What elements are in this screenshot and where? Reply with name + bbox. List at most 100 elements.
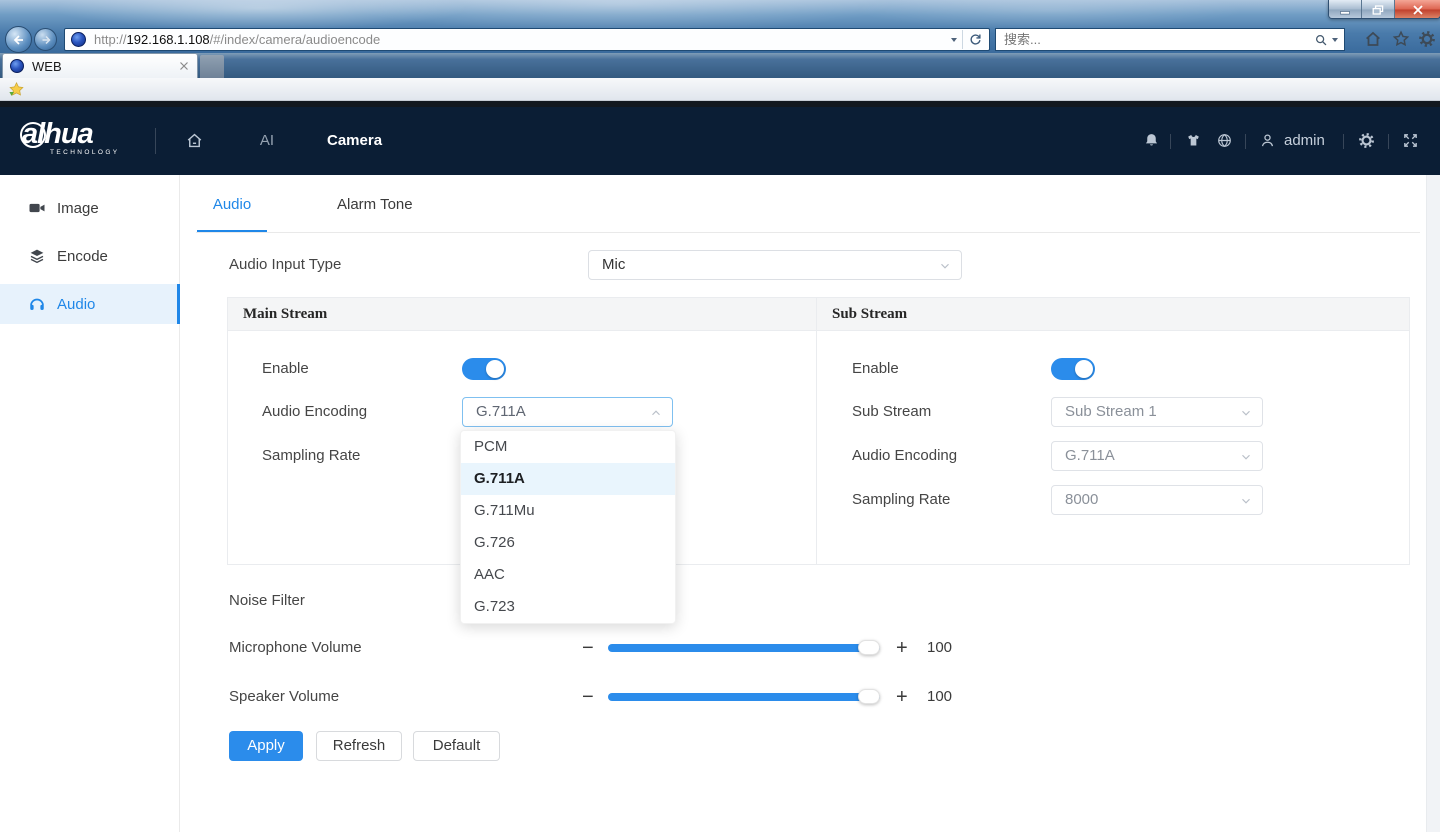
search-input[interactable]	[996, 31, 1266, 48]
sidebar-item-audio[interactable]: Audio	[0, 284, 180, 324]
mic-volume-slider[interactable]	[608, 644, 880, 652]
main-enable-label: Enable	[262, 354, 309, 384]
restore-button[interactable]	[1362, 0, 1395, 19]
sub-enable-toggle[interactable]	[1051, 358, 1095, 380]
default-button[interactable]: Default	[413, 731, 500, 761]
language-globe-icon[interactable]	[1216, 132, 1233, 149]
speaker-volume-slider[interactable]	[608, 693, 880, 701]
tab-audio[interactable]: Audio	[197, 196, 267, 213]
username[interactable]: admin	[1284, 132, 1325, 149]
layers-icon	[28, 247, 46, 265]
window-controls	[1328, 0, 1440, 19]
search-dropdown-caret[interactable]	[1332, 38, 1338, 42]
forward-button[interactable]	[34, 28, 57, 51]
audio-input-type-value: Mic	[602, 256, 625, 273]
address-bar[interactable]: http://192.168.1.108/#/index/camera/audi…	[64, 28, 990, 51]
sub-enable-label: Enable	[852, 354, 899, 384]
noise-filter-label: Noise Filter	[229, 586, 305, 616]
dropdown-option-g711a[interactable]: G.711A	[461, 463, 675, 495]
audio-input-type-select[interactable]: Mic	[588, 250, 962, 280]
dropdown-option-aac[interactable]: AAC	[461, 559, 675, 591]
browser-tab[interactable]: WEB	[2, 53, 198, 78]
chevron-down-icon	[1239, 450, 1253, 464]
url-text: http://192.168.1.108/#/index/camera/audi…	[94, 32, 380, 47]
sidebar-item-image[interactable]: Image	[0, 188, 180, 228]
chevron-down-icon	[938, 259, 952, 273]
favorites-star-icon[interactable]	[1392, 30, 1410, 48]
home-icon[interactable]	[185, 131, 204, 150]
dropdown-option-g726[interactable]: G.726	[461, 527, 675, 559]
back-arrow-icon	[11, 32, 27, 48]
favorites-bar	[0, 78, 1440, 101]
refresh-icon[interactable]	[968, 32, 983, 47]
audio-input-type-label: Audio Input Type	[229, 250, 341, 280]
chevron-down-icon	[1239, 406, 1253, 420]
sub-sampling-rate-value: 8000	[1065, 491, 1098, 508]
sub-audio-encoding-label: Audio Encoding	[852, 441, 957, 471]
settings-gear-icon[interactable]	[1358, 132, 1375, 149]
logo-ring	[20, 122, 46, 148]
tab-alarm-tone[interactable]: Alarm Tone	[337, 196, 413, 213]
browser-tab-row: WEB	[0, 53, 1440, 78]
stream-panels: Main Stream Enable Audio Encoding G.711A…	[227, 297, 1410, 565]
sidebar: Image Encode Audio	[0, 175, 180, 832]
sub-sampling-rate-select[interactable]: 8000	[1051, 485, 1263, 515]
sub-stream-title: Sub Stream	[817, 298, 1409, 331]
address-dropdown-caret[interactable]	[951, 38, 957, 42]
url-host: 192.168.1.108	[127, 32, 210, 47]
refresh-button[interactable]: Refresh	[316, 731, 402, 761]
speaker-volume-label: Speaker Volume	[229, 682, 339, 712]
add-favorite-star-icon[interactable]	[8, 81, 25, 98]
nav-camera[interactable]: Camera	[327, 132, 382, 149]
minimize-button[interactable]	[1329, 0, 1362, 19]
sidebar-item-label: Image	[57, 200, 99, 217]
nav-ai[interactable]: AI	[252, 132, 282, 149]
speaker-volume-decrease-button[interactable]: −	[582, 682, 594, 712]
dropdown-option-g723[interactable]: G.723	[461, 591, 675, 623]
sub-stream-panel: Sub Stream Enable Sub Stream Sub Stream …	[817, 298, 1409, 564]
chevron-up-icon	[649, 406, 663, 420]
sub-stream-value: Sub Stream 1	[1065, 403, 1157, 420]
site-favicon	[71, 32, 86, 47]
close-button[interactable]	[1395, 0, 1440, 19]
restore-icon	[1372, 5, 1384, 15]
search-icon[interactable]	[1314, 33, 1328, 47]
url-scheme: http://	[94, 32, 127, 47]
mic-volume-decrease-button[interactable]: −	[582, 633, 594, 663]
main-enable-toggle[interactable]	[462, 358, 506, 380]
video-camera-icon	[28, 199, 46, 217]
forward-arrow-icon	[39, 33, 53, 47]
alarm-bell-icon[interactable]	[1143, 132, 1160, 149]
logo-subtext: TECHNOLOGY	[50, 149, 120, 156]
page-scrollbar[interactable]	[1426, 175, 1440, 832]
microphone-volume-label: Microphone Volume	[229, 633, 362, 663]
theme-shirt-icon[interactable]	[1185, 132, 1202, 149]
speaker-volume-increase-button[interactable]: +	[896, 682, 908, 712]
screen: http://192.168.1.108/#/index/camera/audi…	[0, 0, 1440, 832]
search-box[interactable]	[995, 28, 1345, 51]
browser-titlebar: http://192.168.1.108/#/index/camera/audi…	[0, 0, 1440, 53]
chevron-down-icon	[1239, 494, 1253, 508]
sub-audio-encoding-select[interactable]: G.711A	[1051, 441, 1263, 471]
sub-audio-encoding-value: G.711A	[1065, 447, 1115, 464]
tab-close-icon[interactable]	[178, 60, 190, 72]
main-audio-encoding-select[interactable]: G.711A	[462, 397, 673, 427]
mic-volume-increase-button[interactable]: +	[896, 633, 908, 663]
headset-icon	[28, 295, 46, 313]
mic-volume-slider-handle[interactable]	[858, 640, 880, 655]
back-button[interactable]	[5, 26, 32, 53]
apply-button[interactable]: Apply	[229, 731, 303, 761]
sub-stream-label: Sub Stream	[852, 397, 931, 427]
sidebar-item-label: Audio	[57, 296, 95, 313]
sub-stream-select[interactable]: Sub Stream 1	[1051, 397, 1263, 427]
new-tab-button[interactable]	[200, 55, 224, 78]
dropdown-option-g711mu[interactable]: G.711Mu	[461, 495, 675, 527]
sidebar-item-encode[interactable]: Encode	[0, 236, 180, 276]
main-audio-encoding-label: Audio Encoding	[262, 397, 367, 427]
browser-home-icon[interactable]	[1364, 30, 1382, 48]
fullscreen-icon[interactable]	[1402, 132, 1419, 149]
dropdown-option-pcm[interactable]: PCM	[461, 431, 675, 463]
speaker-volume-slider-handle[interactable]	[858, 689, 880, 704]
tab-favicon	[10, 59, 24, 73]
browser-tools-gear-icon[interactable]	[1418, 30, 1436, 48]
